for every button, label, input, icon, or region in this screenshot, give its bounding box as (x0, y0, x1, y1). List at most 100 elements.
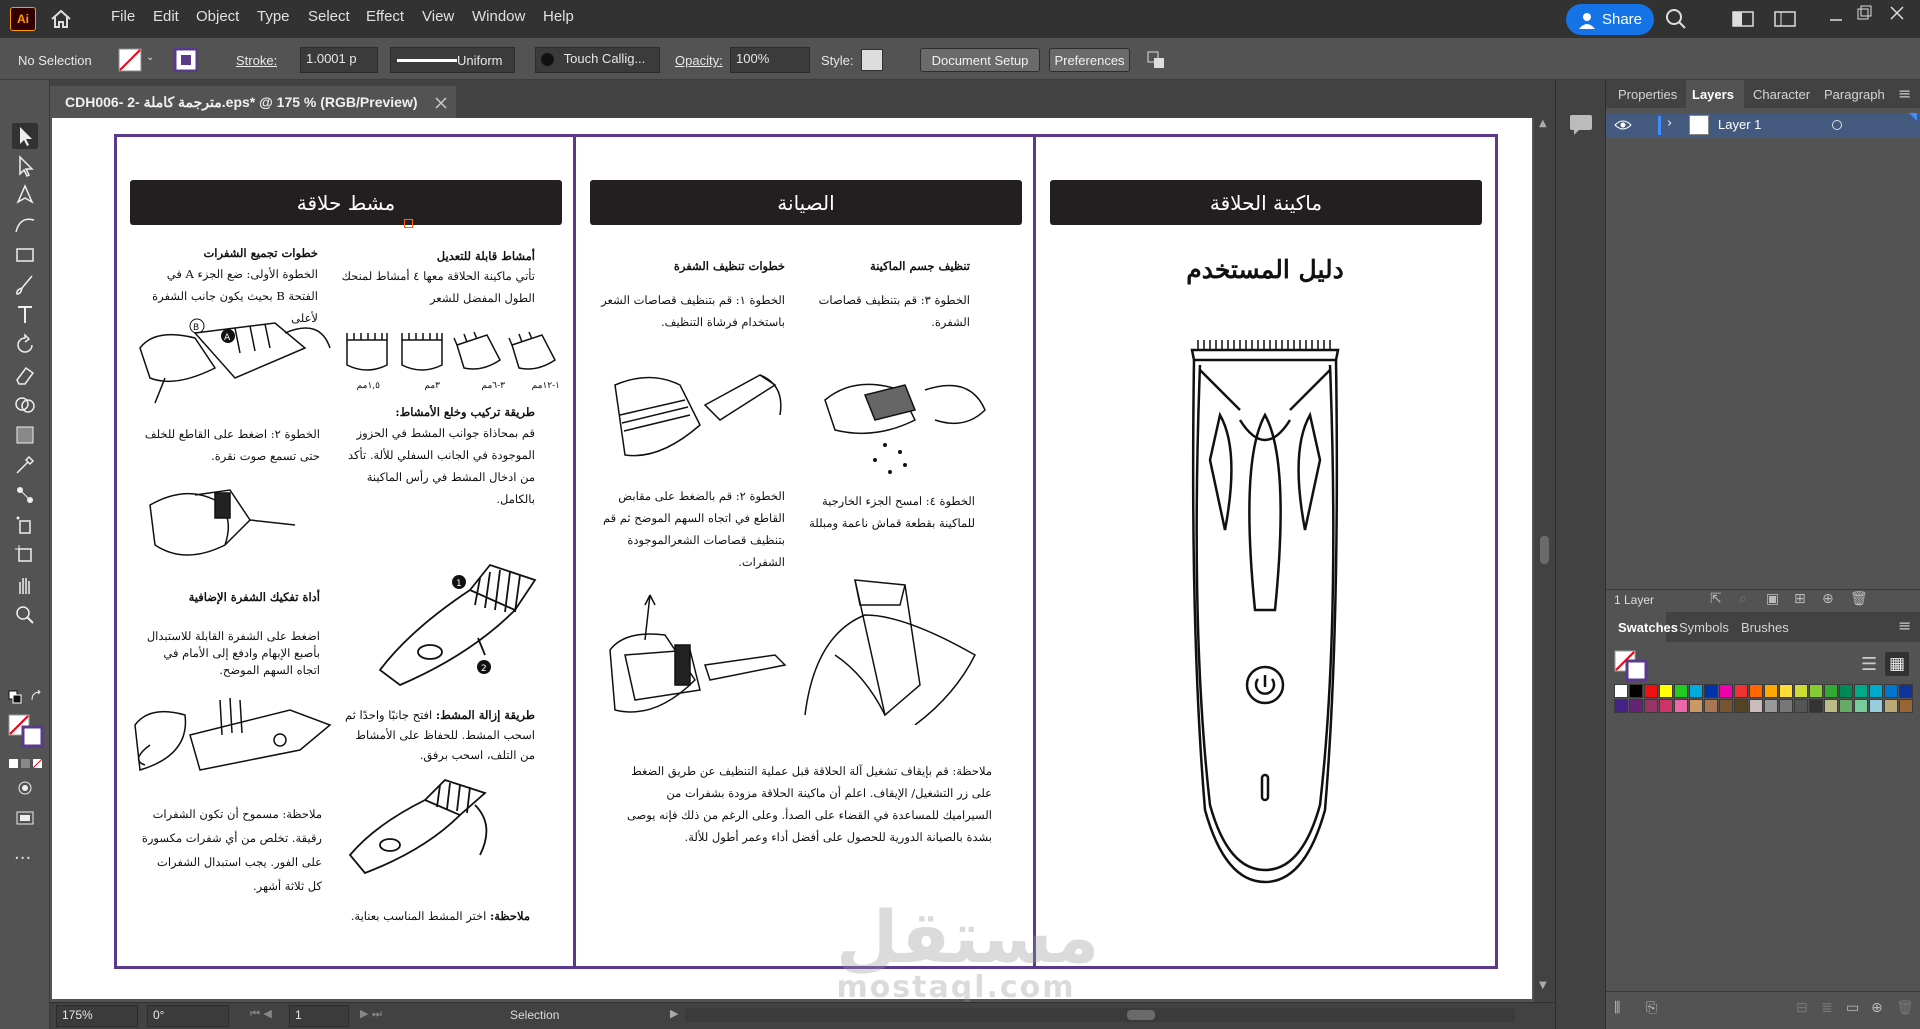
stroke-swatch[interactable] (174, 48, 198, 72)
color-swatch[interactable] (1629, 699, 1643, 713)
document-tab[interactable]: CDH006- 2- مترجمة كاملة.eps* @ 175 % (RG… (50, 86, 456, 118)
delete-swatch-icon[interactable]: 🗑 (1896, 1000, 1914, 1016)
artboard-navigator[interactable]: 1 (289, 1005, 349, 1027)
stroke-weight-input[interactable]: 1.0001 p (300, 47, 378, 73)
color-swatch[interactable] (1884, 684, 1898, 698)
color-swatch[interactable] (1839, 684, 1853, 698)
zoom-tool-icon[interactable] (12, 602, 38, 628)
color-swatch[interactable] (1734, 684, 1748, 698)
comments-icon[interactable] (1568, 113, 1594, 137)
swap-colors-icon[interactable] (30, 690, 44, 704)
color-swatch[interactable] (1764, 684, 1778, 698)
show-kinds-icon[interactable]: ⊟ (1796, 1000, 1808, 1016)
color-swatch[interactable] (1659, 684, 1673, 698)
color-swatch[interactable] (1704, 699, 1718, 713)
restore-icon[interactable] (1856, 4, 1874, 22)
gradient-tool-icon[interactable] (12, 422, 38, 448)
color-swatch[interactable] (1614, 684, 1628, 698)
color-swatch[interactable] (1869, 684, 1883, 698)
tab-layers[interactable]: Layers (1692, 87, 1734, 102)
artboard-tool-icon[interactable] (12, 542, 38, 568)
menu-edit[interactable]: Edit (153, 8, 179, 25)
status-tool-label[interactable]: Selection (510, 1008, 559, 1022)
color-mode-icons[interactable] (8, 758, 44, 770)
tab-symbols[interactable]: Symbols (1679, 620, 1729, 635)
visibility-eye-icon[interactable] (1614, 119, 1632, 131)
swatch-library-icon[interactable]: ⫼ (1614, 1000, 1620, 1016)
place-swatch-icon[interactable]: ⎘ (1646, 1000, 1657, 1016)
arrange-docs-icon[interactable] (1732, 11, 1754, 27)
menu-window[interactable]: Window (472, 8, 525, 25)
menu-type[interactable]: Type (257, 8, 290, 25)
workspace-icon[interactable] (1774, 11, 1796, 27)
paintbrush-tool-icon[interactable] (12, 272, 38, 298)
color-swatch[interactable] (1884, 699, 1898, 713)
color-swatch[interactable] (1809, 699, 1823, 713)
arrange-icon[interactable] (1146, 50, 1168, 70)
curvature-tool-icon[interactable] (12, 212, 38, 238)
color-swatch[interactable] (1644, 699, 1658, 713)
fill-none-swatch[interactable] (118, 48, 142, 72)
menu-view[interactable]: View (422, 8, 454, 25)
eraser-tool-icon[interactable] (12, 362, 38, 388)
clipping-mask-icon[interactable]: ▣ (1766, 591, 1779, 607)
search-icon[interactable] (1665, 8, 1687, 30)
swatch-fill-stroke[interactable] (1614, 650, 1648, 682)
h-scroll-thumb[interactable] (1127, 1010, 1155, 1020)
color-swatch[interactable] (1674, 699, 1688, 713)
menu-object[interactable]: Object (196, 8, 239, 25)
scroll-thumb[interactable] (1540, 536, 1549, 564)
color-swatch[interactable] (1689, 684, 1703, 698)
scroll-down-icon[interactable]: ▼ (1539, 980, 1547, 991)
layer-name[interactable]: Layer 1 (1718, 117, 1761, 132)
expand-chevron-icon[interactable]: › (1667, 116, 1672, 131)
tab-properties[interactable]: Properties (1618, 87, 1677, 102)
color-swatch[interactable] (1734, 699, 1748, 713)
graphic-style-swatch[interactable] (861, 49, 883, 71)
rotate-view[interactable]: 0° (147, 1005, 229, 1027)
color-swatch[interactable] (1869, 699, 1883, 713)
color-swatch[interactable] (1809, 684, 1823, 698)
new-layer-icon[interactable]: ⊕ (1822, 591, 1834, 607)
shape-builder-tool-icon[interactable] (12, 392, 38, 418)
pen-tool-icon[interactable] (12, 182, 38, 208)
symbol-sprayer-tool-icon[interactable] (12, 512, 38, 538)
new-group-icon[interactable]: ▭ (1846, 1000, 1859, 1016)
tab-character[interactable]: Character (1753, 87, 1810, 102)
eyedropper-tool-icon[interactable] (12, 452, 38, 478)
color-swatch[interactable] (1644, 684, 1658, 698)
list-view-icon[interactable]: ☰ (1861, 654, 1877, 675)
color-swatch[interactable] (1824, 684, 1838, 698)
color-swatch[interactable] (1779, 699, 1793, 713)
direct-selection-tool-icon[interactable] (12, 153, 38, 179)
color-swatch[interactable] (1899, 684, 1913, 698)
type-tool-icon[interactable] (12, 302, 38, 328)
hand-tool-icon[interactable] (12, 572, 38, 598)
opacity-input[interactable]: 100% (730, 47, 810, 73)
rectangle-tool-icon[interactable] (12, 242, 38, 268)
vertical-scrollbar[interactable]: ▲ ▼ (1534, 118, 1555, 1002)
brush-definition[interactable]: Touch Callig... (535, 47, 660, 73)
color-swatch[interactable] (1659, 699, 1673, 713)
color-swatch[interactable] (1719, 684, 1733, 698)
document-setup-button[interactable]: Document Setup (920, 48, 1040, 72)
stroke-label[interactable]: Stroke: (236, 53, 277, 68)
tab-paragraph[interactable]: Paragraph (1824, 87, 1885, 102)
color-swatch[interactable] (1629, 684, 1643, 698)
status-arrow-icon[interactable]: ▶ (670, 1007, 678, 1020)
swatch-menu-icon[interactable]: ≡ (1898, 616, 1911, 635)
color-swatch[interactable] (1764, 699, 1778, 713)
color-swatch[interactable] (1749, 699, 1763, 713)
grid-view-icon[interactable]: ▦ (1885, 652, 1909, 676)
color-swatch[interactable] (1749, 684, 1763, 698)
color-swatch[interactable] (1614, 699, 1628, 713)
new-swatch-icon[interactable]: ⊕ (1871, 1000, 1883, 1016)
locate-icon[interactable]: ⌕ (1739, 591, 1747, 607)
last-artboard-icon[interactable]: ▶ ⏭ (360, 1007, 382, 1021)
color-swatch[interactable] (1779, 684, 1793, 698)
tab-swatches[interactable]: Swatches (1618, 620, 1678, 635)
close-icon[interactable] (1888, 4, 1906, 22)
menu-effect[interactable]: Effect (366, 8, 404, 25)
color-swatch[interactable] (1794, 684, 1808, 698)
color-swatch[interactable] (1704, 684, 1718, 698)
